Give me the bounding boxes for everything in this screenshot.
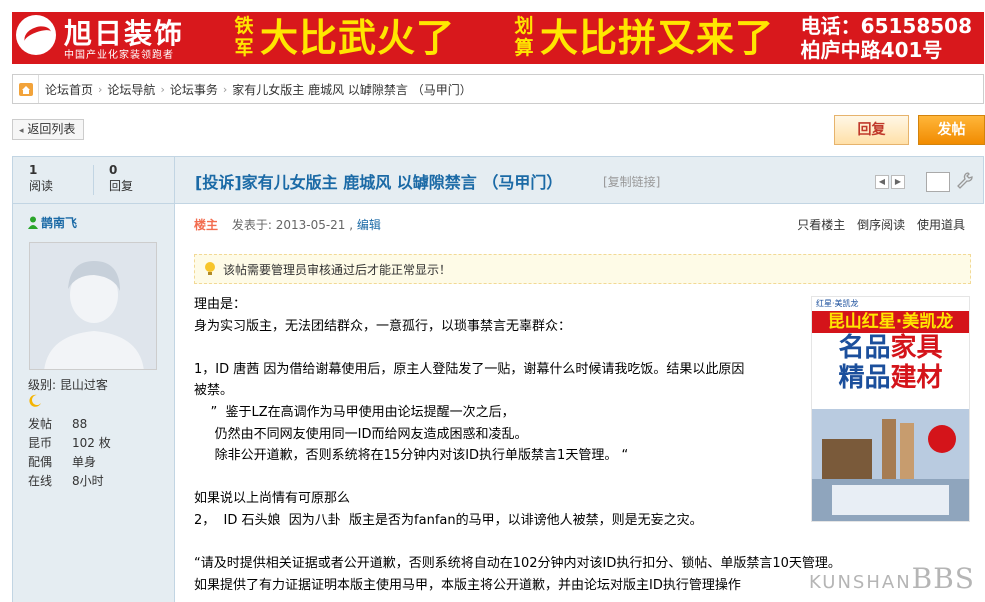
chevron-right-icon: › <box>98 82 103 96</box>
thread-stats: 1 阅读 0 回复 <box>13 157 175 203</box>
home-icon[interactable] <box>13 75 39 103</box>
lightbulb-icon <box>205 262 215 275</box>
post-tools: 只看楼主 倒序阅读 使用道具 <box>789 216 965 233</box>
site-watermark: KUNSHANBBS <box>809 562 975 595</box>
user-level: 级别: 昆山过客 <box>28 378 108 392</box>
ad-band: 昆山红星·美凯龙 <box>812 311 969 333</box>
stat-online: 在线 8小时 <box>28 472 104 489</box>
banner-slogan-2: 大比拼又来了 <box>540 16 775 60</box>
stat-posts: 发帖 88 <box>28 415 87 432</box>
ad-line-furniture: 名品家具 <box>812 333 969 363</box>
replies-stat: 0 回复 <box>109 163 133 195</box>
page-jump-box[interactable] <box>926 172 950 192</box>
breadcrumb-affairs[interactable]: 论坛事务 <box>170 81 218 98</box>
ad-text: 精品 <box>838 363 891 393</box>
stat-key: 发帖 <box>28 417 53 431</box>
original-poster-badge: 楼主 <box>194 218 219 232</box>
banner-address: 柏庐中路401号 <box>800 38 943 62</box>
ad-text: 建材 <box>890 363 943 393</box>
chevron-left-icon: ◂ <box>19 126 24 136</box>
breadcrumb: 论坛首页 › 论坛导航 › 论坛事务 › 家有儿女版主 鹿城风 以罅隙禁言 （马… <box>12 74 984 104</box>
banner-tag-1: 铁军 <box>234 15 254 59</box>
post-line-blank <box>194 532 974 554</box>
views-label: 阅读 <box>29 179 54 193</box>
online-user-icon <box>28 216 38 229</box>
stat-value: 102 枚 <box>72 436 111 450</box>
new-post-button[interactable]: 发帖 <box>918 115 985 145</box>
watermark-big: BBS <box>911 562 975 595</box>
banner-tag-2: 划算 <box>514 15 534 59</box>
breadcrumb-current[interactable]: 家有儿女版主 鹿城风 以罅隙禁言 （马甲门） <box>232 81 471 98</box>
chevron-right-icon: › <box>160 82 165 96</box>
views-stat: 1 阅读 <box>29 163 53 195</box>
thread-title[interactable]: [投诉]家有儿女版主 鹿城风 以罅隙禁言 （马甲门） <box>195 169 562 193</box>
brand-logo-icon <box>16 15 56 55</box>
wrench-icon[interactable] <box>957 172 973 190</box>
ad-line-materials: 精品建材 <box>812 363 969 393</box>
stat-value: 单身 <box>72 455 97 469</box>
stats-divider <box>93 165 94 195</box>
banner-brand-subtitle: 中国产业化家装领跑者 <box>64 50 174 61</box>
moderation-notice: 该帖需要管理员审核通过后才能正常显示！ <box>194 254 971 284</box>
side-ad[interactable]: 红星·美凯龙 昆山红星·美凯龙 名品家具 精品建材 <box>811 296 970 522</box>
avatar[interactable] <box>29 242 157 370</box>
use-item-link[interactable]: 使用道具 <box>917 218 965 232</box>
notice-text: 该帖需要管理员审核通过后才能正常显示！ <box>223 262 452 277</box>
ad-building-image <box>812 409 969 521</box>
author-name-row: 鹊南飞 <box>28 214 77 231</box>
post-date: 发表于: 2013-05-21 , <box>231 218 354 232</box>
author-name[interactable]: 鹊南飞 <box>41 214 77 231</box>
replies-count: 0 <box>109 163 118 177</box>
views-count: 1 <box>29 163 38 177</box>
ad-text: 名品 <box>838 333 891 363</box>
back-to-list-button[interactable]: ◂ 返回列表 <box>12 119 85 140</box>
default-avatar-icon <box>30 243 156 369</box>
previous-thread-icon[interactable]: ◀ <box>875 175 889 189</box>
post-meta: 楼主 发表于: 2013-05-21 , 编辑 <box>194 216 381 233</box>
breadcrumb-nav[interactable]: 论坛导航 <box>107 81 155 98</box>
reverse-order-link[interactable]: 倒序阅读 <box>857 218 905 232</box>
breadcrumb-home[interactable]: 论坛首页 <box>45 81 93 98</box>
only-author-link[interactable]: 只看楼主 <box>797 218 845 232</box>
back-to-list-label: 返回列表 <box>27 122 76 136</box>
thread-header: 1 阅读 0 回复 [投诉]家有儿女版主 鹿城风 以罅隙禁言 （马甲门） [复制… <box>12 156 984 204</box>
moon-icon <box>29 394 41 407</box>
thread-nav: ◀ ▶ <box>875 175 905 189</box>
author-sidebar: 鹊南飞 级别: 昆山过客 发帖 88 昆币 102 枚 配偶 单身 在线 8小时 <box>12 204 175 602</box>
banner-phone: 电话：65158508 <box>800 14 972 38</box>
watermark-small: KUNSHAN <box>808 572 912 593</box>
replies-label: 回复 <box>109 179 134 193</box>
ad-text: 家具 <box>890 333 943 363</box>
stat-key: 配偶 <box>28 455 53 469</box>
stat-key: 昆币 <box>28 436 53 450</box>
top-banner-ad[interactable]: 旭日装饰 中国产业化家装领跑者 铁军 大比武火了 划算 大比拼又来了 电话：65… <box>12 12 984 64</box>
ad-brand: 红星·美凯龙 <box>812 297 969 311</box>
copy-link-button[interactable]: [复制链接] <box>603 173 660 190</box>
stat-coins: 昆币 102 枚 <box>28 434 111 451</box>
banner-contact: 电话：65158508 柏庐中路401号 <box>801 14 972 62</box>
chevron-right-icon: › <box>222 82 228 96</box>
reply-button[interactable]: 回复 <box>834 115 909 145</box>
next-thread-icon[interactable]: ▶ <box>891 175 905 189</box>
banner-slogan-1: 大比武火了 <box>260 16 456 60</box>
stat-key: 在线 <box>28 474 53 488</box>
stat-value: 88 <box>72 417 88 431</box>
stat-value: 8小时 <box>72 474 104 488</box>
stat-spouse: 配偶 单身 <box>28 453 96 470</box>
edit-link[interactable]: 编辑 <box>357 218 381 232</box>
